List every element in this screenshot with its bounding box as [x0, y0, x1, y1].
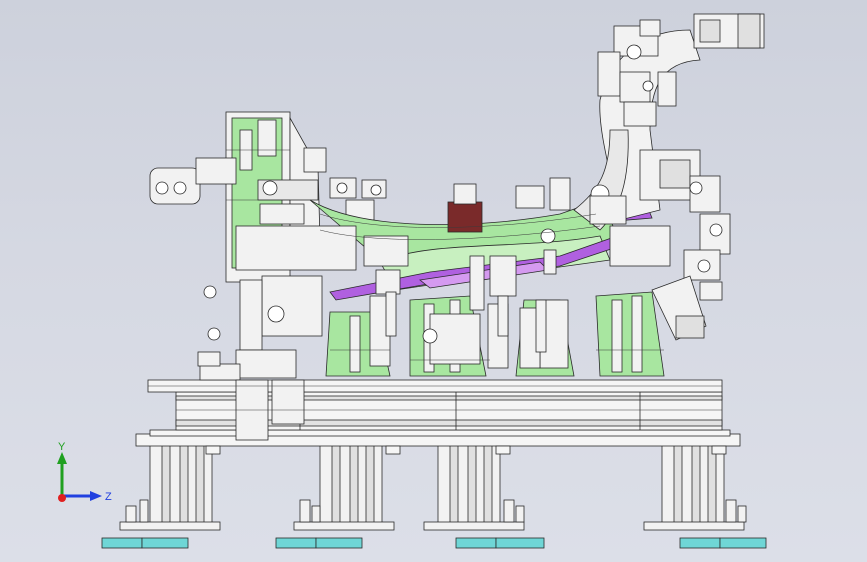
graphics-viewport[interactable]: Y Z	[0, 0, 867, 562]
y-axis-label: Y	[58, 441, 66, 453]
fixture-model[interactable]	[0, 0, 867, 562]
x-axis-origin-icon	[58, 494, 66, 502]
base-plate	[135, 379, 741, 455]
z-axis-arrow-icon	[90, 491, 102, 501]
y-axis-arrow-icon	[57, 452, 67, 464]
right-arch	[573, 13, 765, 341]
z-axis-label: Z	[105, 491, 112, 503]
support-legs	[119, 444, 747, 531]
foot-pads	[101, 537, 767, 549]
coordinate-triad: Y Z	[57, 441, 112, 503]
